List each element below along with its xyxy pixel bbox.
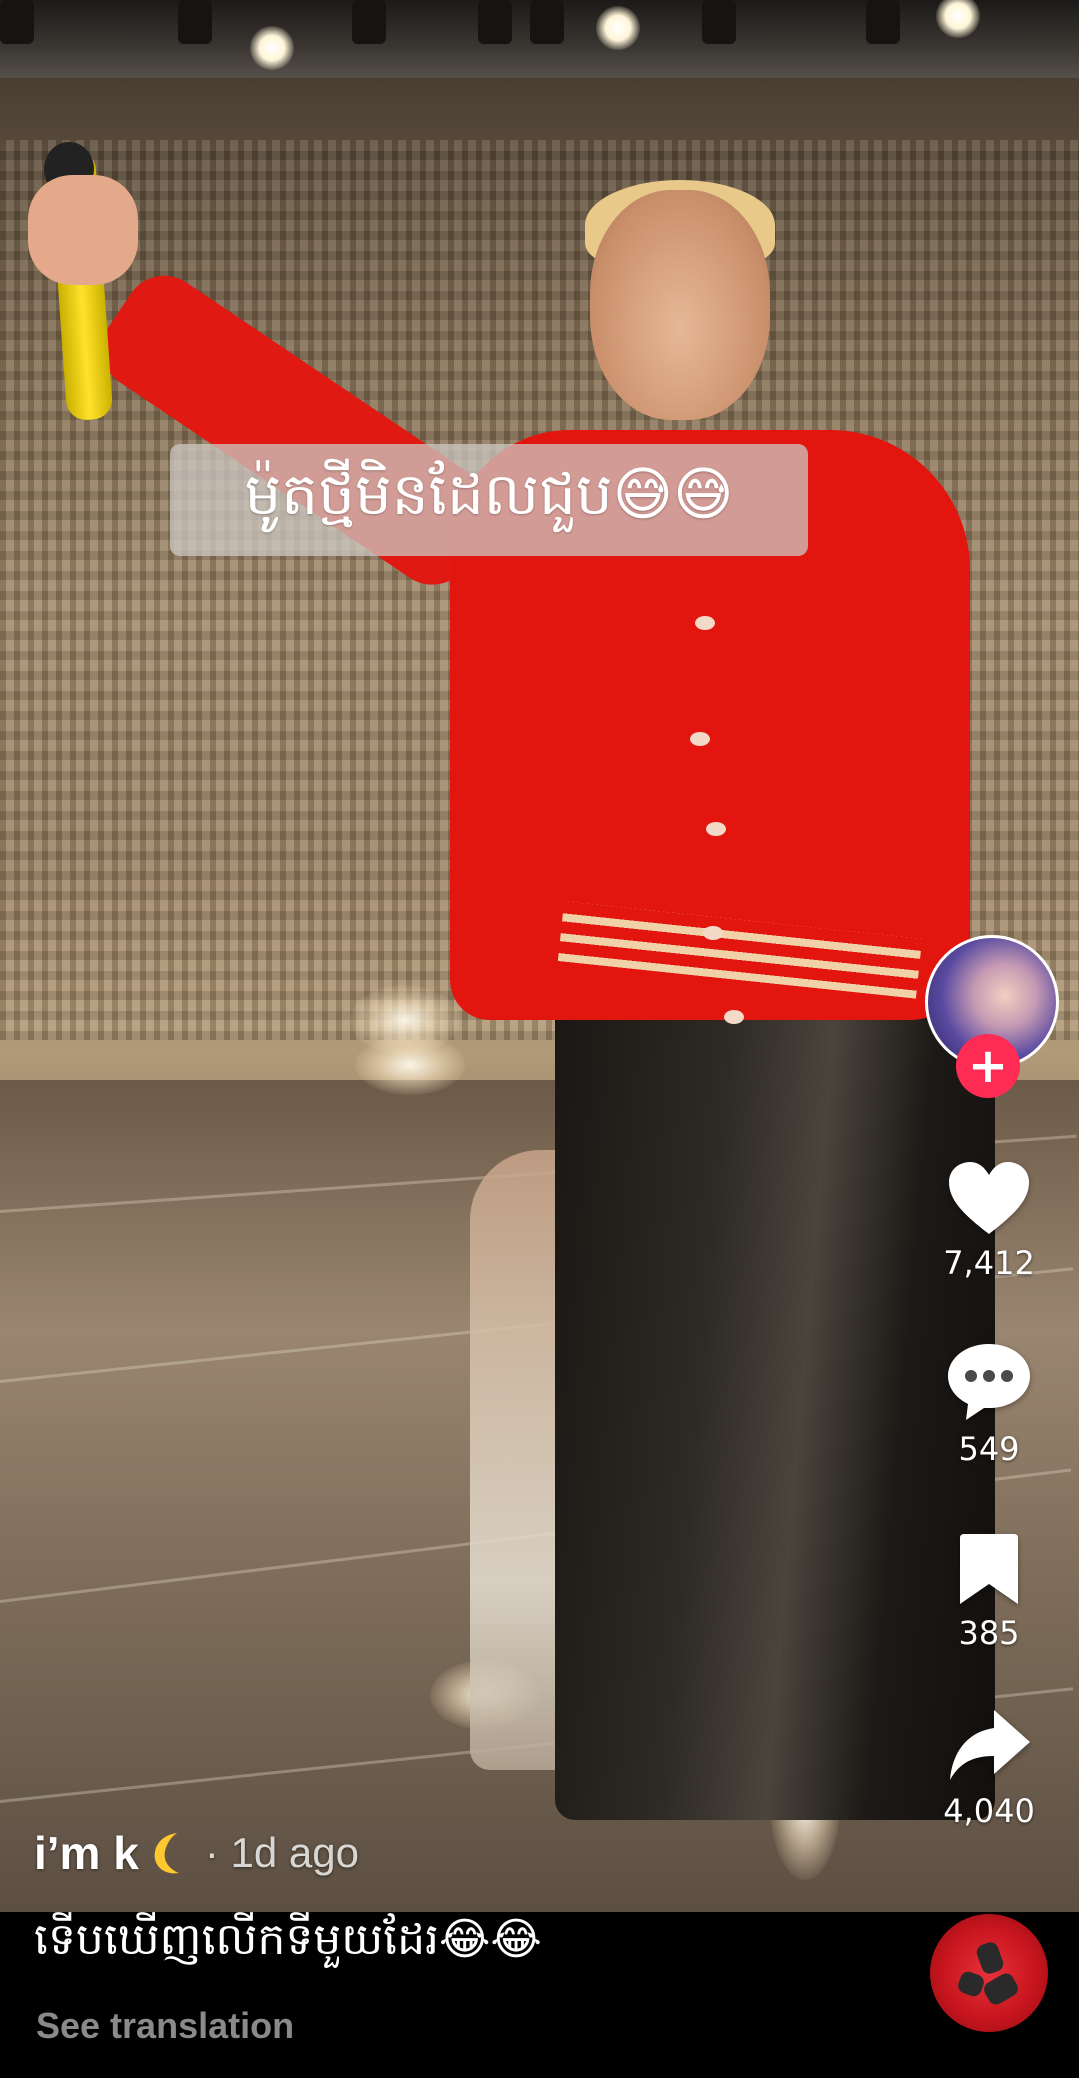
crescent-moon-icon <box>147 1829 187 1877</box>
stage-light-fixture <box>866 0 900 44</box>
performer-hand <box>28 175 138 285</box>
caption-sticker: ម៉ូតថ្មីមិនដែលជួប😅😅 <box>170 444 808 556</box>
stage-light <box>936 0 980 38</box>
heart-icon <box>949 1162 1029 1234</box>
stage-light-fixture <box>178 0 212 44</box>
stage-light <box>250 26 294 70</box>
performer-head <box>590 190 770 420</box>
comment-count: 549 <box>958 1430 1020 1468</box>
stage-truss <box>0 0 1079 78</box>
share-count: 4,040 <box>943 1792 1035 1830</box>
follow-button[interactable]: + <box>956 1034 1020 1098</box>
stage-light-fixture <box>478 0 512 44</box>
share-icon <box>950 1710 1030 1780</box>
like-count: 7,412 <box>943 1244 1035 1282</box>
post-caption[interactable]: ទើបឃើញលើកទីមួយដែរ😂😂 <box>34 1912 542 1976</box>
author-name[interactable]: i’m k <box>34 1826 139 1880</box>
music-disc[interactable] <box>930 1914 1048 2032</box>
comment-icon <box>948 1344 1030 1420</box>
bookmark-count: 385 <box>958 1614 1020 1652</box>
share-button[interactable]: 4,040 <box>929 1706 1049 1830</box>
see-translation-link[interactable]: See translation <box>36 2005 294 2047</box>
stage-light <box>596 6 640 50</box>
stage-light-fixture <box>702 0 736 44</box>
stage-light-fixture <box>0 0 34 44</box>
post-timestamp: · 1d ago <box>204 1829 359 1876</box>
author-row: i’m k · 1d ago <box>34 1826 359 1880</box>
bookmark-icon <box>960 1534 1018 1604</box>
sound-icon <box>958 1942 1018 2005</box>
video-player[interactable]: ម៉ូតថ្មីមិនដែលជួប😅😅 <box>0 0 1079 1912</box>
comment-button[interactable]: 549 <box>929 1338 1049 1468</box>
like-button[interactable]: 7,412 <box>929 1158 1049 1282</box>
stage-light-fixture <box>352 0 386 44</box>
stage-light-fixture <box>530 0 564 44</box>
bookmark-button[interactable]: 385 <box>929 1532 1049 1652</box>
